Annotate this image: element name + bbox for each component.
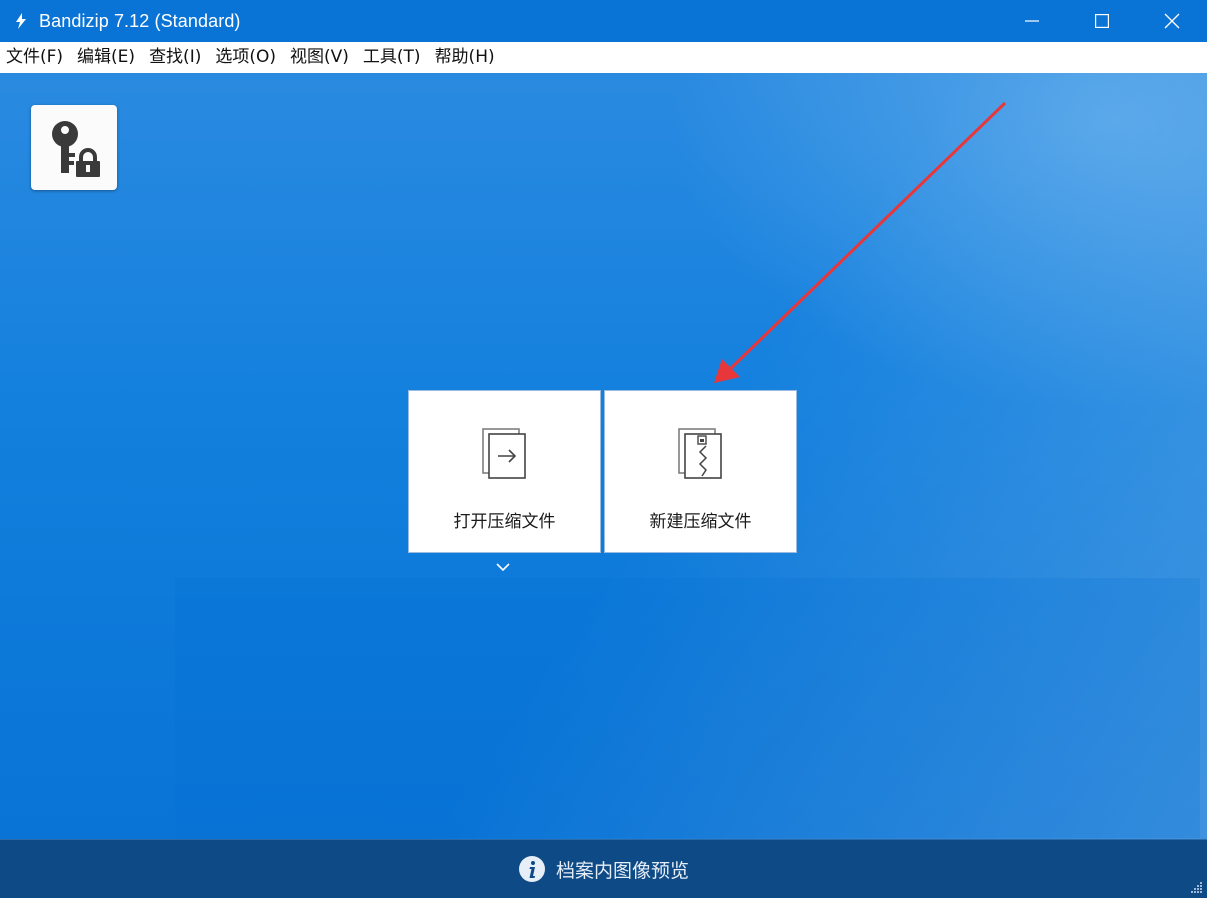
resize-grip-icon[interactable] [1189,880,1203,894]
close-button[interactable] [1137,0,1207,42]
menu-edit[interactable]: 编辑(E) [77,42,135,73]
password-manager-button[interactable] [31,105,117,190]
background-glow [667,73,1207,413]
open-archive-label: 打开压缩文件 [453,512,556,532]
maximize-icon [1095,14,1109,28]
menu-view[interactable]: 视图(V) [290,42,349,73]
zip-archive-icon [677,428,722,479]
archive-image-preview-label: 档案内图像预览 [555,859,689,882]
close-icon [1164,13,1180,29]
menu-options[interactable]: 选项(O) [215,42,276,73]
title-bar: Bandizip 7.12 (Standard) [0,0,1207,42]
menu-file[interactable]: 文件(F) [6,42,63,73]
menu-help[interactable]: 帮助(H) [435,42,495,73]
new-archive-button[interactable]: 新建压缩文件 [604,390,797,553]
key-lock-icon [52,120,100,177]
bandizip-logo-icon[interactable] [11,11,31,31]
minimize-icon [1025,20,1039,22]
window-controls [997,0,1207,42]
menu-find[interactable]: 查找(I) [149,42,201,73]
menu-bar: 文件(F) 编辑(E) 查找(I) 选项(O) 视图(V) 工具(T) 帮助(H… [0,42,1207,73]
chevron-down-icon[interactable] [495,561,511,573]
window-title: Bandizip 7.12 (Standard) [39,10,241,31]
menu-tools[interactable]: 工具(T) [363,42,421,73]
info-icon [518,856,545,882]
background-shade [175,578,1200,838]
bottom-bar: 档案内图像预览 [0,839,1207,898]
maximize-button[interactable] [1067,0,1137,42]
archive-image-preview-button[interactable]: 档案内图像预览 [518,855,689,883]
open-archive-button[interactable]: 打开压缩文件 [408,390,601,553]
new-archive-label: 新建压缩文件 [649,512,752,532]
minimize-button[interactable] [997,0,1067,42]
open-archive-icon [481,428,526,479]
main-area: 打开压缩文件 新建压缩文件 [0,73,1207,839]
